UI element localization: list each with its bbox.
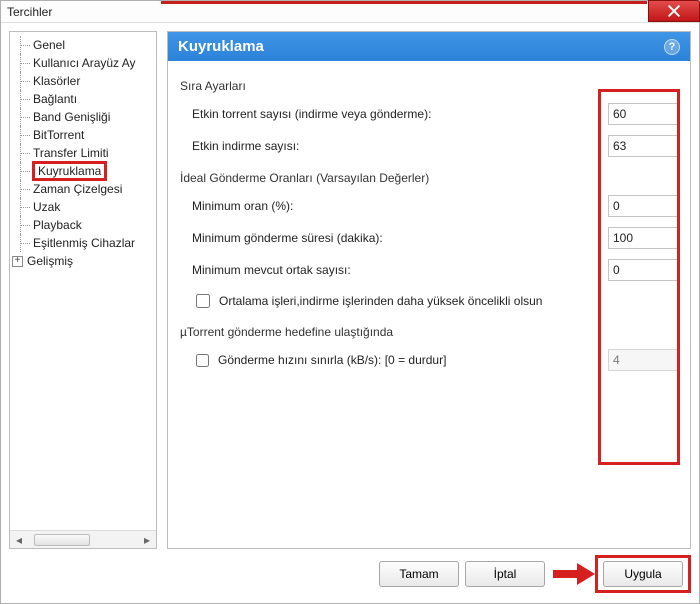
label-limit-upload: Gönderme hızını sınırla (kB/s): [0 = dur…	[218, 353, 446, 367]
tree-item-bittorrent[interactable]: BitTorrent	[12, 126, 156, 144]
tree-item-kullan-c-aray-z-ay[interactable]: Kullanıcı Arayüz Ay	[12, 54, 156, 72]
tree-item-e-itlenmi-cihazlar[interactable]: Eşitlenmiş Cihazlar	[12, 234, 156, 252]
tree-item-label: Eşitlenmiş Cihazlar	[32, 236, 136, 250]
checkbox-limit-upload[interactable]	[196, 354, 209, 367]
tree-item-zaman-izelgesi[interactable]: Zaman Çizelgesi	[12, 180, 156, 198]
tree-branch-icon	[14, 162, 32, 180]
scroll-thumb[interactable]	[34, 534, 90, 546]
tree-item-band-geni-li-i[interactable]: Band Genişliği	[12, 108, 156, 126]
tree-item-geli-mi-[interactable]: +Gelişmiş	[12, 252, 156, 270]
ok-button[interactable]: Tamam	[379, 561, 459, 587]
label-active-torrents: Etkin torrent sayısı (indirme veya gönde…	[180, 107, 608, 121]
decoration-strip	[161, 1, 647, 4]
close-button[interactable]	[648, 0, 700, 22]
tree-h-scrollbar[interactable]: ◂ ▸	[10, 530, 156, 548]
checkbox-priority-seeding[interactable]	[196, 294, 210, 308]
tree-branch-icon	[14, 90, 32, 108]
preferences-window: Tercihler Genel Kullanıcı Arayüz Ay Klasör…	[0, 0, 700, 604]
tree-item-ba-lant-[interactable]: Bağlantı	[12, 90, 156, 108]
tree-item-label: Playback	[32, 218, 83, 232]
category-tree: Genel Kullanıcı Arayüz Ay Klasörler Bağlant…	[9, 31, 157, 549]
tree-item-label: Genel	[32, 38, 66, 52]
tree-branch-icon	[14, 108, 32, 126]
tree-branch-icon	[14, 180, 32, 198]
tree-item-playback[interactable]: Playback	[12, 216, 156, 234]
arrow-right-icon	[551, 559, 597, 589]
tree-branch-icon	[14, 72, 32, 90]
label-priority-seeding: Ortalama işleri,indirme işlerinden daha …	[219, 294, 542, 308]
tree-item-label: Kuyruklama	[32, 161, 107, 181]
tree-branch-icon	[14, 126, 32, 144]
label-active-downloads: Etkin indirme sayısı:	[180, 139, 608, 153]
settings-panel: Kuyruklama ? Sıra Ayarları Etkin torrent…	[167, 31, 691, 549]
tree-item-label: Gelişmiş	[26, 254, 74, 268]
tree-item-label: Bağlantı	[32, 92, 78, 106]
tree-item-klas-rler[interactable]: Klasörler	[12, 72, 156, 90]
highlight-inputs	[598, 89, 680, 465]
tree-item-label: Transfer Limiti	[32, 146, 110, 160]
tree-branch-icon	[14, 198, 32, 216]
tree-item-label: BitTorrent	[32, 128, 85, 142]
tree-item-label: Klasörler	[32, 74, 81, 88]
help-icon[interactable]: ?	[664, 39, 680, 55]
tree-item-genel[interactable]: Genel	[12, 36, 156, 54]
label-min-seed-time: Minimum gönderme süresi (dakika):	[180, 231, 608, 245]
tree-item-transfer-limiti[interactable]: Transfer Limiti	[12, 144, 156, 162]
window-title: Tercihler	[7, 5, 52, 19]
content-area: Genel Kullanıcı Arayüz Ay Klasörler Bağlant…	[1, 23, 699, 603]
panel-title: Kuyruklama	[178, 38, 264, 55]
tree-branch-icon	[14, 216, 32, 234]
tree-branch-icon	[14, 234, 32, 252]
apply-button[interactable]: Uygula	[603, 561, 683, 587]
titlebar: Tercihler	[1, 1, 699, 23]
tree-item-label: Zaman Çizelgesi	[32, 182, 123, 196]
tree-branch-icon	[14, 36, 32, 54]
tree-branch-icon	[14, 144, 32, 162]
button-bar: Tamam İptal Uygula	[9, 549, 691, 595]
tree-item-uzak[interactable]: Uzak	[12, 198, 156, 216]
tree-branch-icon	[14, 54, 32, 72]
label-min-peers: Minimum mevcut ortak sayısı:	[180, 263, 608, 277]
cancel-button[interactable]: İptal	[465, 561, 545, 587]
tree-item-kuyruklama[interactable]: Kuyruklama	[12, 162, 156, 180]
scroll-right-arrow[interactable]: ▸	[138, 531, 156, 548]
tree-item-label: Kullanıcı Arayüz Ay	[32, 56, 137, 70]
label-min-ratio: Minimum oran (%):	[180, 199, 608, 213]
scroll-left-arrow[interactable]: ◂	[10, 531, 28, 548]
expand-icon[interactable]: +	[12, 256, 23, 267]
close-icon	[668, 5, 680, 17]
tree-item-label: Band Genişliği	[32, 110, 111, 124]
panel-header: Kuyruklama ?	[168, 32, 690, 61]
tree-item-label: Uzak	[32, 200, 61, 214]
